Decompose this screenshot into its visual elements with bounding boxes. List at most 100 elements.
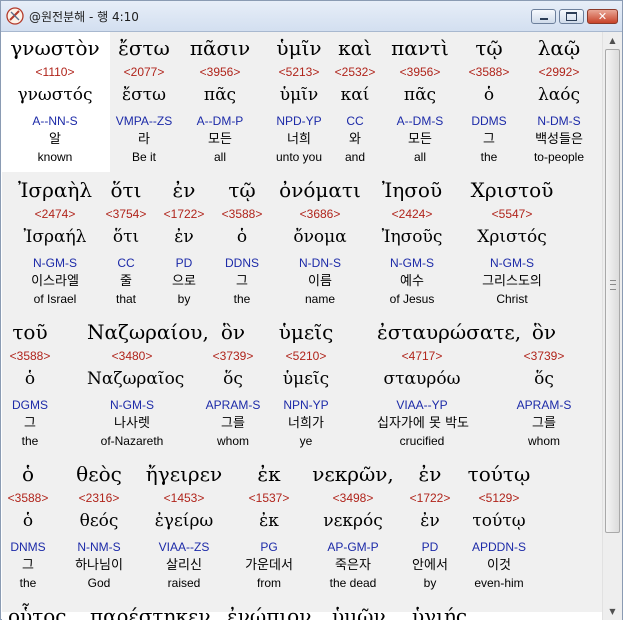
morphology-code: NPN-YP [283,398,329,412]
english-gloss: the [233,292,251,306]
scrollbar-thumb[interactable] [605,49,620,533]
strong-number: <2424> [391,207,433,221]
english-gloss: God [87,576,111,590]
word-cell[interactable]: τῷ <3588> ὁ DDNS 그 the [197,174,287,307]
minimize-icon [539,18,548,20]
morphology-code: VIAA--ZS [158,540,210,554]
morphology-code: PG [260,540,278,554]
morphology-code: N-DM-S [537,114,581,128]
greek-word: λαῷ [537,36,581,60]
partial-word[interactable]: ἐνώπιον [227,602,311,620]
korean-gloss: 모든 [208,132,232,147]
close-button[interactable]: ✕ [587,9,618,24]
morphology-code: DDNS [224,256,259,270]
morphology-code: APRAM-S [516,398,572,412]
lemma: τούτῳ [472,511,526,531]
korean-gloss: 십자가에 못 박도 [377,416,469,431]
korean-gloss: 너희가 [288,416,324,431]
greek-word: ἐκ [257,462,281,486]
word-cell[interactable]: πᾶσιν <3956> πᾶς A--DM-P 모든 all [175,32,265,165]
english-gloss: raised [167,576,201,590]
english-gloss: whom [527,434,560,448]
greek-word: Ναζωραίου, [87,320,209,344]
maximize-button[interactable] [559,9,584,24]
lemma: Χριστός [477,227,547,247]
partial-word[interactable]: παρέστηκεν [90,602,211,620]
greek-word: ὀνόματι [279,178,361,202]
morphology-code: APDDN-S [471,540,526,554]
strong-number: <1537> [248,491,290,505]
lemma: ὁ [24,369,36,389]
maximize-icon [566,12,577,21]
scroll-down-icon[interactable]: ▼ [603,603,622,620]
korean-gloss: 이름 [308,274,332,289]
korean-gloss: 살리신 [166,558,202,573]
verse-row: Ἰσραὴλ <2474> Ἰσραήλ N-GM-S 이스라엘 of Israel ὅτι… [2,174,602,316]
lemma: Ἰησοῦς [381,227,443,247]
strong-number: <1110> [35,65,75,79]
morphology-code: N-DN-S [299,256,341,270]
english-gloss: known [37,150,73,164]
strong-number: <3588> [221,207,263,221]
korean-gloss: 그 [24,416,36,431]
english-gloss: even-him [474,576,524,590]
korean-gloss: 하나님이 [75,558,123,573]
word-cell[interactable]: ἐκ <1537> ἐκ PG 가운데서 from [224,458,314,591]
word-cell[interactable]: ἐσταυρώσατε, <4717> σταυρόω VIAA--YP 십자가에 못 … [377,316,521,449]
greek-word: Χριστοῦ [470,178,554,202]
word-cell[interactable]: τοῦ <3588> ὁ DGMS 그 the [2,316,75,449]
app-window: @원전분해 - 행 4:10 ✕ γνωστὸν <1110> γνωστός A--… [0,0,623,620]
verse-row: ὁ <3588> ὁ DNMS 그 the θεὸς <2316> θεός N-NM-S 하나님이… [2,458,602,600]
korean-gloss: 나사렛 [114,416,150,431]
partial-word[interactable]: οὗτος [8,602,67,620]
word-cell[interactable]: ὑμεῖς <5210> ὑμεῖς NPN-YP 너희가 ye [261,316,351,449]
lemma: ἐκ [259,511,279,531]
partial-word[interactable]: ὑγιής. [412,602,474,620]
korean-gloss: 가운데서 [245,558,293,573]
window-title: @원전분해 - 행 4:10 [29,10,139,24]
greek-word: ἤγειρεν [145,462,223,486]
partial-word[interactable]: ὑμῶν [332,602,386,620]
word-cell[interactable]: Ἰησοῦ <2424> Ἰησοῦς N-GM-S 예수 of Jesus [367,174,457,307]
morphology-code: N-GM-S [110,398,154,412]
word-cell[interactable]: Ναζωραίου, <3480> Ναζωραῖος N-GM-S 나사렛 of-Naz… [87,316,209,449]
lemma: πᾶς [203,85,237,105]
greek-word: ὃν [531,320,557,344]
word-cell[interactable]: Χριστοῦ <5547> Χριστός N-GM-S 그리스도의 Christ [467,174,557,307]
word-cell[interactable]: ὃν <3739> ὅς APRAM-S 그를 whom [499,316,589,449]
vertical-scrollbar[interactable]: ▲ ▼ [602,32,622,620]
korean-gloss: 그 [236,274,248,289]
lemma: ὄνομα [293,227,347,247]
interlinear-view[interactable]: γνωστὸν <1110> γνωστός A--NN-S 알 known ἔστω <20… [2,32,602,620]
lemma: γνωστός [17,85,93,105]
greek-word: τῷ [228,178,256,202]
strong-number: <2992> [538,65,580,79]
strong-number: <3739> [523,349,565,363]
close-icon: ✕ [597,10,608,23]
title-bar[interactable]: @원전분해 - 행 4:10 ✕ [1,1,622,32]
strong-number: <5129> [478,491,520,505]
lemma: ὅς [534,369,554,389]
word-cell[interactable]: γνωστὸν <1110> γνωστός A--NN-S 알 known [10,32,100,165]
greek-word: Ἰησοῦ [381,178,443,202]
word-cell[interactable]: ὀνόματι <3686> ὄνομα N-DN-S 이름 name [275,174,365,307]
partial-verse-row: οὗτος παρέστηκεν ἐνώπιον ὑμῶν ὑγιής. [2,600,602,620]
greek-word: τούτῳ [467,462,531,486]
word-cell[interactable]: λαῷ <2992> λαός N-DM-S 백성들은 to-people [514,32,602,165]
word-cell[interactable]: τούτῳ <5129> τούτῳ APDDN-S 이것 even-him [454,458,544,591]
scroll-up-icon[interactable]: ▲ [603,32,622,49]
english-gloss: of Jesus [389,292,435,306]
morphology-code: DGMS [12,398,48,412]
morphology-code: N-GM-S [390,256,434,270]
strong-number: <3588> [9,349,51,363]
greek-word: γνωστὸν [10,36,100,60]
morphology-code: A--NN-S [32,114,78,128]
minimize-button[interactable] [531,9,556,24]
english-gloss: ye [299,434,313,448]
word-cell[interactable]: ἤγειρεν <1453> ἐγείρω VIAA--ZS 살리신 raised [139,458,229,591]
strong-number: <4717> [401,349,443,363]
strong-number: <3686> [299,207,341,221]
word-cell[interactable]: θεὸς <2316> θεός N-NM-S 하나님이 God [54,458,144,591]
korean-gloss: 그를 [532,416,556,431]
greek-word: πᾶσιν [189,36,251,60]
